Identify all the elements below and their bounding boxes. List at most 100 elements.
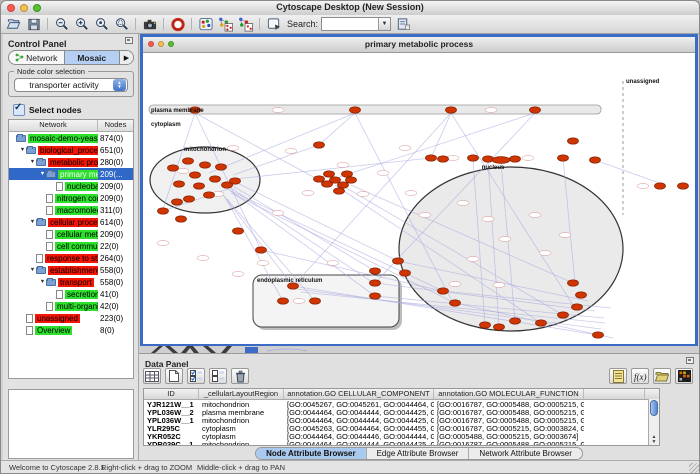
- apply-layout-selected-icon[interactable]: [237, 16, 254, 32]
- graph-node[interactable]: [233, 228, 244, 234]
- graph-node[interactable]: [314, 142, 325, 148]
- graph-node[interactable]: [438, 288, 449, 294]
- column-header[interactable]: annotation.GO MOLECULAR_FUNCTION: [434, 389, 584, 399]
- snapshot-icon[interactable]: [141, 16, 158, 32]
- graph-node[interactable]: [256, 247, 267, 253]
- annotation-icon[interactable]: [265, 16, 282, 32]
- graph-node[interactable]: [278, 298, 289, 304]
- expander-icon[interactable]: ▼: [39, 171, 46, 177]
- formula-builder-icon[interactable]: f(x): [631, 368, 649, 384]
- notes-icon[interactable]: [609, 368, 627, 384]
- network-view-window[interactable]: primary metabolic process plasma membran…: [140, 34, 698, 346]
- index-icon[interactable]: [394, 16, 411, 32]
- expander-icon[interactable]: ▼: [19, 147, 26, 153]
- matrix-view-icon[interactable]: [675, 368, 693, 384]
- graph-node[interactable]: [324, 171, 335, 177]
- graph-node[interactable]: [576, 292, 587, 298]
- graph-node[interactable]: [568, 280, 579, 286]
- apply-layout-icon[interactable]: [217, 16, 234, 32]
- tree-row[interactable]: ▼establishment of lo558(0): [9, 264, 133, 276]
- graph-node[interactable]: [572, 304, 583, 310]
- graph-node[interactable]: [184, 196, 195, 202]
- table-vertical-scrollbar[interactable]: ▲▼: [648, 399, 659, 445]
- graph-node[interactable]: [230, 178, 241, 184]
- graph-node[interactable]: [536, 320, 547, 326]
- tree-row[interactable]: ▼cellular process614(0): [9, 216, 133, 228]
- region-nucleus[interactable]: [399, 167, 623, 331]
- tree-row[interactable]: ▼transport558(0): [9, 276, 133, 288]
- scrollbar-arrows[interactable]: ▲▼: [649, 435, 659, 445]
- region-mitochondrion[interactable]: [150, 147, 260, 213]
- column-header[interactable]: [584, 389, 645, 399]
- graph-node[interactable]: [426, 155, 437, 161]
- zoom-fit-icon[interactable]: [93, 16, 110, 32]
- graph-node[interactable]: [678, 183, 689, 189]
- attribute-table[interactable]: ID_cellularLayoutRegionannotation.GO CEL…: [143, 388, 660, 446]
- zoom-selected-icon[interactable]: [113, 16, 130, 32]
- graph-node[interactable]: [370, 280, 381, 286]
- vizmapper-icon[interactable]: [197, 16, 214, 32]
- expander-icon[interactable]: ▼: [29, 267, 36, 273]
- tree-row[interactable]: unassigned223(0): [9, 312, 133, 324]
- tree-row[interactable]: secretion41(0): [9, 288, 133, 300]
- graph-node[interactable]: [393, 258, 404, 264]
- graph-node[interactable]: [483, 156, 494, 162]
- graph-node[interactable]: [446, 107, 457, 113]
- graph-node[interactable]: [593, 332, 604, 338]
- graph-node[interactable]: [530, 107, 541, 113]
- search-dropdown-icon[interactable]: ▼: [378, 18, 390, 30]
- resize-grip[interactable]: [689, 463, 699, 473]
- network-window-titlebar[interactable]: primary metabolic process: [143, 37, 695, 53]
- graph-edge[interactable]: [431, 113, 451, 158]
- graph-node[interactable]: [190, 172, 201, 178]
- graph-node[interactable]: [158, 208, 169, 214]
- graph-node[interactable]: [450, 300, 461, 306]
- graph-node[interactable]: [438, 156, 449, 162]
- float-panel-icon[interactable]: [686, 357, 694, 364]
- graph-node[interactable]: [338, 182, 349, 188]
- graph-node[interactable]: [558, 155, 569, 161]
- column-header[interactable]: _cellularLayoutRegion: [199, 389, 284, 399]
- float-panel-icon[interactable]: [125, 37, 133, 44]
- attribute-grid-icon[interactable]: [143, 368, 161, 384]
- graph-node[interactable]: [334, 188, 345, 194]
- graph-node[interactable]: [494, 324, 505, 330]
- table-row[interactable]: YDR039C__1mitochondrion[GO:0044464, GO:0…: [144, 440, 659, 446]
- graph-node[interactable]: [480, 322, 491, 328]
- select-attributes-icon[interactable]: [187, 368, 205, 384]
- tab-network[interactable]: Network: [9, 51, 64, 64]
- expander-icon[interactable]: ▼: [39, 279, 46, 285]
- tabs-overflow-button[interactable]: ▶: [119, 51, 133, 64]
- birdseye-view[interactable]: [8, 389, 134, 459]
- graph-node[interactable]: [310, 298, 321, 304]
- graph-node[interactable]: [510, 156, 521, 162]
- graph-node[interactable]: [210, 176, 221, 182]
- graph-edge[interactable]: [595, 160, 665, 185]
- graph-node[interactable]: [216, 164, 227, 170]
- graph-node[interactable]: [176, 216, 187, 222]
- graph-node[interactable]: [590, 157, 601, 163]
- search-input[interactable]: [322, 19, 378, 29]
- tree-row[interactable]: ▼metabolic process280(0): [9, 156, 133, 168]
- tab-node-attribute-browser[interactable]: Node Attribute Browser: [256, 448, 367, 459]
- unselect-attributes-icon[interactable]: [209, 368, 227, 384]
- tree-row[interactable]: nitrogen compo209(0): [9, 192, 133, 204]
- network-canvas[interactable]: plasma membranecytoplasmmitochondrionnuc…: [143, 53, 695, 344]
- help-icon[interactable]: [169, 16, 186, 32]
- select-nodes-checkbox[interactable]: [13, 104, 25, 116]
- graph-node[interactable]: [350, 107, 361, 113]
- node-color-combo[interactable]: transporter activity ▲▼: [14, 78, 128, 92]
- save-icon[interactable]: [25, 16, 42, 32]
- tree-row[interactable]: nucleobase-209(0): [9, 180, 133, 192]
- graph-edge[interactable]: [319, 113, 355, 145]
- graph-node[interactable]: [314, 176, 325, 182]
- graph-node[interactable]: [168, 165, 179, 171]
- graph-node[interactable]: [183, 158, 194, 164]
- graph-node[interactable]: [342, 171, 353, 177]
- delete-attribute-icon[interactable]: [231, 368, 249, 384]
- expander-icon[interactable]: ▼: [29, 219, 36, 225]
- open-icon[interactable]: [5, 16, 22, 32]
- graph-node[interactable]: [200, 162, 211, 168]
- graph-edge[interactable]: [228, 186, 375, 284]
- graph-node[interactable]: [492, 157, 510, 164]
